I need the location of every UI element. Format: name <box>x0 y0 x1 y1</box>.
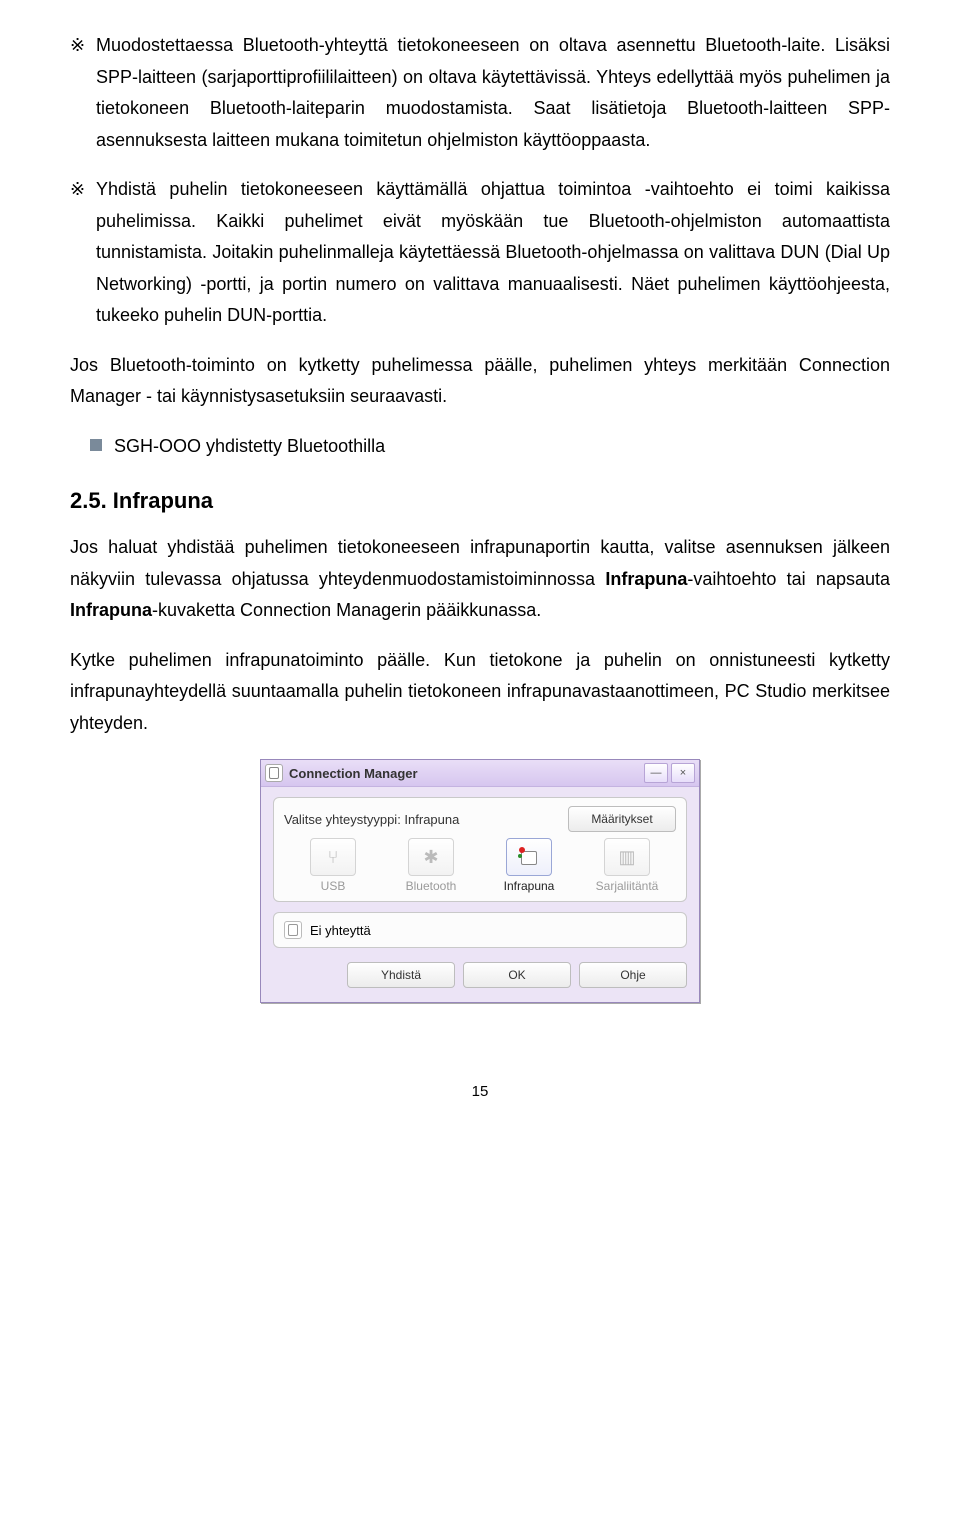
para-5: Jos haluat yhdistää puhelimen tietokonee… <box>70 532 890 627</box>
close-button[interactable]: × <box>671 763 695 783</box>
serial-label: Sarjaliitäntä <box>596 879 659 893</box>
infrared-icon <box>519 847 539 867</box>
help-button[interactable]: Ohje <box>579 962 687 988</box>
bluetooth-icon <box>423 847 438 868</box>
bullet-icon-1: ※ <box>70 30 96 156</box>
heading-infrapuna: 2.5. Infrapuna <box>70 488 890 514</box>
connect-button[interactable]: Yhdistä <box>347 962 455 988</box>
titlebar[interactable]: Connection Manager — × <box>261 760 699 787</box>
para-6: Kytke puhelimen infrapunatoiminto päälle… <box>70 645 890 740</box>
para-2: Yhdistä puhelin tietokoneeseen käyttämäl… <box>96 174 890 332</box>
conn-type-bluetooth[interactable]: Bluetooth <box>391 838 471 893</box>
connection-manager-dialog: Connection Manager — × Valitse yhteystyy… <box>260 759 700 1003</box>
conn-type-infrared[interactable]: Infrapuna <box>489 838 569 893</box>
square-bullet-icon <box>90 439 102 451</box>
page-number: 15 <box>70 1083 890 1100</box>
conn-type-serial[interactable]: Sarjaliitäntä <box>587 838 667 893</box>
phone-icon <box>284 921 302 939</box>
bullet-icon-2: ※ <box>70 174 96 332</box>
settings-button[interactable]: Määritykset <box>568 806 676 832</box>
minimize-button[interactable]: — <box>644 763 668 783</box>
usb-label: USB <box>321 879 346 893</box>
serial-icon <box>618 847 635 868</box>
window-title: Connection Manager <box>289 766 641 781</box>
para-1: Muodostettaessa Bluetooth-yhteyttä tieto… <box>96 30 890 156</box>
connection-type-label: Valitse yhteystyyppi: Infrapuna <box>284 812 568 827</box>
infrared-label: Infrapuna <box>504 879 555 893</box>
conn-type-usb[interactable]: USB <box>293 838 373 893</box>
usb-icon <box>328 847 339 868</box>
app-icon <box>265 764 283 782</box>
bluetooth-label: Bluetooth <box>406 879 457 893</box>
status-text: Ei yhteyttä <box>310 923 371 938</box>
para-3: Jos Bluetooth-toiminto on kytketty puhel… <box>70 350 890 413</box>
para-4: SGH-OOO yhdistetty Bluetoothilla <box>114 431 385 463</box>
ok-button[interactable]: OK <box>463 962 571 988</box>
